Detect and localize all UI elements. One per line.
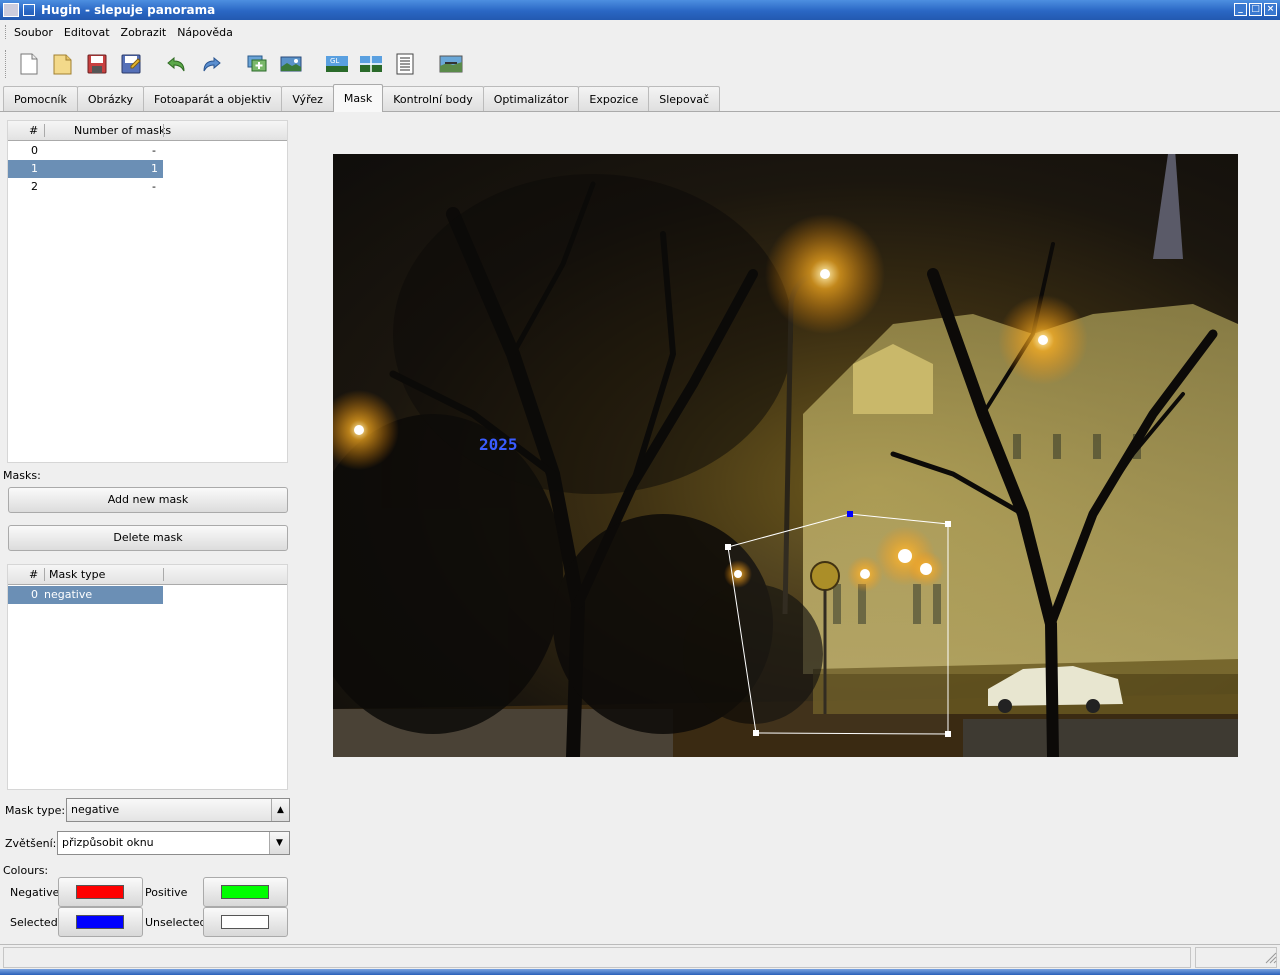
selected-colour-button[interactable]: [58, 907, 143, 937]
zoom-label: Zvětšení:: [5, 837, 57, 850]
gl-preview-icon[interactable]: GL: [325, 52, 349, 76]
window-title: Hugin - slepuje panorama: [41, 3, 216, 17]
new-project-icon[interactable]: [17, 52, 41, 76]
mask-type-selected: negative: [71, 803, 120, 816]
menu-editovat[interactable]: Editovat: [64, 26, 110, 39]
mask-editor-canvas[interactable]: 2025: [333, 154, 1238, 757]
title-bar: Hugin - slepuje panorama _ □ ×: [0, 0, 1280, 20]
masks-list[interactable]: # Mask type 0 negative: [7, 564, 288, 790]
image-row[interactable]: 1 1: [8, 160, 163, 178]
maximize-icon[interactable]: □: [1249, 3, 1262, 16]
column-index[interactable]: #: [29, 124, 38, 137]
pin-icon[interactable]: [23, 4, 35, 16]
unselected-colour-button[interactable]: [203, 907, 288, 937]
colours-label: Colours:: [3, 864, 49, 877]
resize-grip-icon[interactable]: [1263, 950, 1277, 964]
unselected-swatch: [221, 915, 269, 929]
menubar-grip[interactable]: [5, 25, 8, 39]
minimize-icon[interactable]: _: [1234, 3, 1247, 16]
status-field-main: [3, 947, 1191, 968]
masks-label: Masks:: [3, 469, 41, 482]
positive-swatch: [221, 885, 269, 899]
tab-vyrez[interactable]: Výřez: [281, 86, 334, 112]
tab-obrazky[interactable]: Obrázky: [76, 86, 145, 112]
image-index: 1: [31, 162, 38, 175]
main-tabs: Pomocník Obrázky Fotoaparát a objektiv V…: [3, 84, 721, 112]
tab-kontrolni-body[interactable]: Kontrolní body: [382, 86, 484, 112]
fast-preview-icon[interactable]: [359, 52, 383, 76]
tab-slepovac[interactable]: Slepovač: [648, 86, 721, 112]
mask-index: 0: [31, 588, 38, 601]
menu-zobrazit[interactable]: Zobrazit: [121, 26, 167, 39]
selected-swatch: [76, 915, 124, 929]
tab-mask[interactable]: Mask: [332, 84, 384, 112]
undo-icon[interactable]: [165, 52, 189, 76]
add-images-icon[interactable]: [245, 52, 269, 76]
image-index: 0: [31, 144, 38, 157]
positive-label: Positive: [145, 886, 188, 899]
negative-swatch: [76, 885, 124, 899]
column-separator: [44, 124, 45, 137]
menu-napoveda[interactable]: Nápověda: [177, 26, 233, 39]
tab-fotoaparat[interactable]: Fotoaparát a objektiv: [143, 86, 283, 112]
close-icon[interactable]: ×: [1264, 3, 1277, 16]
mask-count: -: [152, 180, 156, 193]
window-bottom-border: [0, 969, 1280, 975]
assistant-icon[interactable]: [279, 52, 303, 76]
delete-mask-button[interactable]: Delete mask: [8, 525, 288, 551]
mask-type-select[interactable]: negative ▲: [66, 798, 290, 822]
save-icon[interactable]: [85, 52, 109, 76]
image-index: 2: [31, 180, 38, 193]
image-row[interactable]: 2 -: [8, 178, 163, 196]
positive-colour-button[interactable]: [203, 877, 288, 907]
status-bar: [0, 944, 1280, 969]
svg-text:GL: GL: [330, 57, 339, 65]
masks-list-header: # Mask type: [8, 565, 287, 585]
spin-arrows-icon[interactable]: ▲: [271, 799, 289, 821]
mask-count: -: [152, 144, 156, 157]
negative-colour-button[interactable]: [58, 877, 143, 907]
tab-pomocnik[interactable]: Pomocník: [3, 86, 78, 112]
toolbar-grip[interactable]: [5, 50, 8, 78]
mask-polygon[interactable]: [333, 154, 1238, 757]
panorama-preview-icon[interactable]: [439, 52, 463, 76]
column-mask-type[interactable]: Mask type: [49, 568, 105, 581]
mask-type-label: Mask type:: [5, 804, 66, 817]
image-row[interactable]: 0 -: [8, 142, 163, 160]
column-separator: [163, 124, 164, 137]
unselected-label: Unselected: [145, 916, 207, 929]
tab-optimalizator[interactable]: Optimalizátor: [482, 86, 580, 112]
mask-type-value: negative: [44, 588, 93, 601]
zoom-selected: přizpůsobit oknu: [62, 836, 154, 849]
save-as-icon[interactable]: [119, 52, 143, 76]
selected-label: Selected: [10, 916, 58, 929]
open-project-icon[interactable]: [51, 52, 75, 76]
images-list-header: # Number of masks: [8, 121, 287, 141]
column-separator: [163, 568, 164, 581]
window-menu-icon[interactable]: [3, 3, 19, 17]
zoom-select[interactable]: přizpůsobit oknu ▼: [57, 831, 290, 855]
tab-underline: [0, 111, 1280, 112]
negative-label: Negative: [10, 886, 60, 899]
column-number-of-masks[interactable]: Number of masks: [74, 124, 171, 137]
mask-row[interactable]: 0 negative: [8, 586, 163, 604]
mask-count: 1: [151, 162, 158, 175]
toolbar: GL: [0, 44, 1280, 84]
properties-icon[interactable]: [393, 52, 417, 76]
column-separator: [44, 568, 45, 581]
images-list[interactable]: # Number of masks 0 - 1 1 2 -: [7, 120, 288, 463]
menu-soubor[interactable]: Soubor: [14, 26, 53, 39]
tab-expozice[interactable]: Expozice: [578, 86, 650, 112]
column-index[interactable]: #: [29, 568, 38, 581]
redo-icon[interactable]: [199, 52, 223, 76]
menu-bar: Soubor Editovat Zobrazit Nápověda: [0, 21, 1280, 43]
add-new-mask-button[interactable]: Add new mask: [8, 487, 288, 513]
chevron-down-icon[interactable]: ▼: [269, 832, 289, 854]
